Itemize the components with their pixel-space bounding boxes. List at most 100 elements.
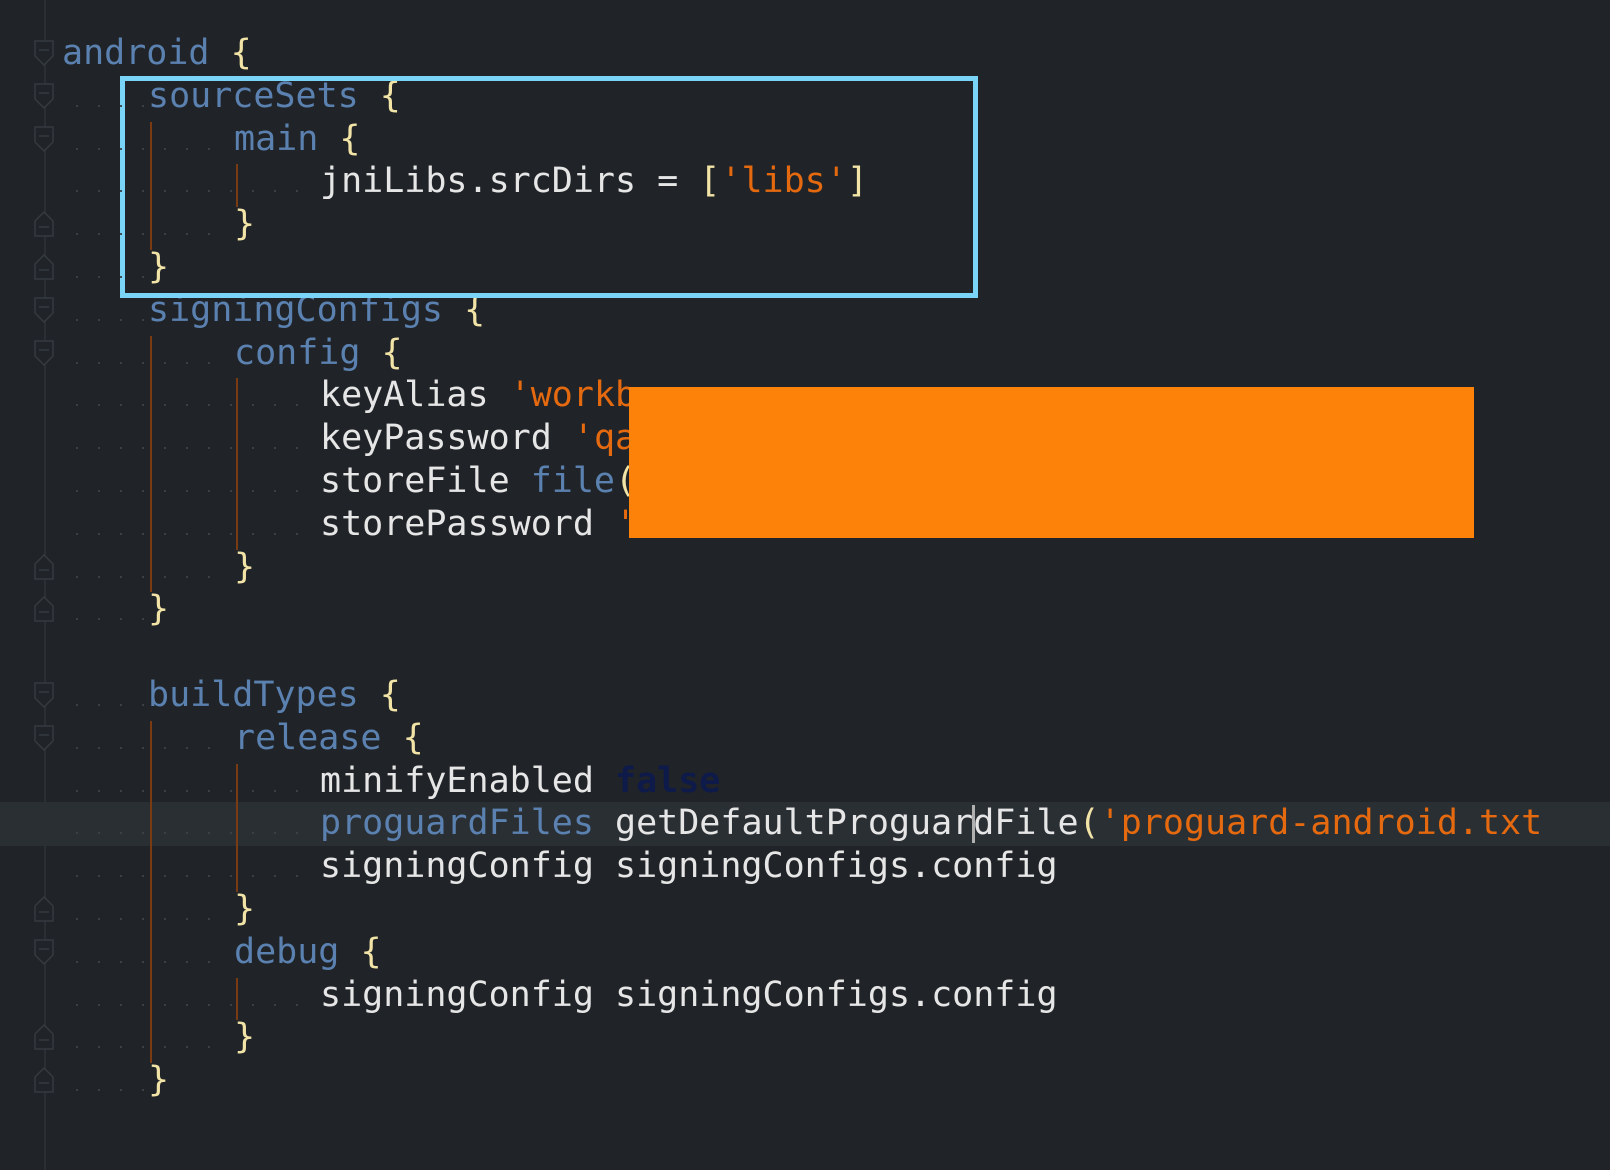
code-line[interactable]: }: [234, 888, 255, 931]
whitespace-dots: [66, 318, 144, 321]
code-line[interactable]: release {: [234, 717, 424, 760]
whitespace-dots: [66, 960, 230, 963]
code-token: signingConfig signingConfigs.config: [320, 974, 1058, 1015]
code-token: }: [234, 889, 256, 929]
code-token: 'proguard-android.txt: [1099, 803, 1543, 844]
code-line[interactable]: storeFile file(: [320, 460, 636, 503]
whitespace-dots: [66, 832, 316, 835]
whitespace-dots: [66, 447, 316, 450]
code-line[interactable]: }: [148, 588, 169, 631]
code-line[interactable]: minifyEnabled false: [320, 760, 720, 803]
code-token: buildTypes: [148, 675, 359, 715]
code-line[interactable]: signingConfig signingConfigs.config: [320, 974, 1058, 1017]
code-line[interactable]: }: [234, 1016, 255, 1059]
indent-guide: [150, 720, 152, 1064]
code-token: false: [615, 760, 721, 801]
code-token: storeFile: [320, 461, 531, 501]
code-line[interactable]: debug {: [234, 931, 382, 974]
indent-guide: [236, 164, 238, 208]
whitespace-dots: [66, 190, 316, 193]
whitespace-dots: [66, 1046, 230, 1049]
code-token: keyAlias: [320, 375, 510, 416]
fold-close-icon[interactable]: [34, 896, 54, 922]
whitespace-dots: [66, 147, 230, 150]
code-token: proguardFiles: [320, 803, 594, 844]
whitespace-dots: [66, 361, 230, 364]
fold-close-icon[interactable]: [34, 1067, 54, 1093]
whitespace-dots: [66, 746, 230, 749]
fold-open-icon[interactable]: [34, 83, 54, 109]
fold-close-icon[interactable]: [34, 553, 54, 580]
code-token: getDefaultProguar: [593, 803, 974, 844]
code-token: (: [1078, 803, 1100, 844]
code-token: dFile: [973, 803, 1079, 844]
whitespace-dots: [66, 875, 316, 878]
fold-open-icon[interactable]: [34, 682, 54, 708]
fold-open-icon[interactable]: [34, 939, 54, 965]
fold-open-icon[interactable]: [34, 725, 54, 751]
code-token: {: [381, 332, 403, 373]
fold-close-icon[interactable]: [34, 211, 54, 237]
code-editor[interactable]: android {sourceSets {main {jniLibs.srcDi…: [0, 0, 1610, 1170]
whitespace-dots: [66, 404, 316, 407]
indent-guide: [236, 977, 238, 1021]
fold-close-icon[interactable]: [34, 254, 54, 280]
code-line[interactable]: storePassword ': [320, 503, 636, 546]
fold-open-icon[interactable]: [34, 297, 54, 323]
indent-guide: [236, 763, 238, 892]
indent-guide: [150, 335, 152, 593]
whitespace-dots: [66, 276, 144, 278]
indent-guide: [236, 378, 238, 550]
code-token: minifyEnabled: [320, 760, 616, 801]
code-line[interactable]: android {: [62, 32, 252, 75]
code-line[interactable]: keyPassword 'qa: [320, 417, 636, 460]
code-token: {: [402, 717, 424, 758]
code-token: config: [234, 332, 361, 373]
whitespace-dots: [66, 618, 144, 621]
code-token: {: [360, 931, 382, 972]
whitespace-dots: [66, 575, 230, 578]
fold-gutter: [44, 0, 46, 1170]
fold-open-icon[interactable]: [34, 339, 54, 366]
whitespace-dots: [66, 104, 144, 107]
highlight-box-sourcesets: [120, 76, 978, 298]
code-token: 'workb: [509, 375, 637, 416]
code-token: 'qa: [572, 418, 637, 459]
code-token: file: [530, 461, 616, 501]
code-token: keyPassword: [320, 418, 573, 459]
code-token: release: [234, 717, 382, 758]
fold-close-icon[interactable]: [34, 596, 54, 623]
code-token: debug: [234, 931, 340, 972]
code-line[interactable]: signingConfig signingConfigs.config: [320, 845, 1058, 888]
code-token: }: [234, 546, 256, 587]
whitespace-dots: [66, 704, 144, 706]
whitespace-dots: [66, 789, 316, 792]
whitespace-dots: [66, 918, 230, 920]
fold-open-icon[interactable]: [34, 40, 54, 66]
code-token: }: [148, 589, 170, 630]
code-token: android: [62, 33, 210, 73]
code-line[interactable]: }: [148, 1059, 169, 1102]
code-line[interactable]: buildTypes {: [148, 674, 401, 717]
code-line[interactable]: keyAlias 'workb: [320, 374, 636, 417]
code-line[interactable]: proguardFiles getDefaultProguardFile('pr…: [320, 802, 1542, 845]
whitespace-dots: [66, 490, 316, 492]
whitespace-dots: [66, 1089, 144, 1092]
code-line[interactable]: config {: [234, 332, 403, 375]
code-token: }: [148, 1060, 170, 1101]
code-token: signingConfig signingConfigs.config: [320, 846, 1058, 887]
whitespace-dots: [66, 532, 316, 535]
whitespace-dots: [66, 1003, 316, 1006]
code-line[interactable]: }: [234, 546, 255, 589]
fold-close-icon[interactable]: [34, 1024, 54, 1051]
whitespace-dots: [66, 233, 230, 236]
redaction-block: [629, 387, 1474, 538]
code-token: storePassword: [320, 503, 616, 544]
fold-open-icon[interactable]: [34, 125, 54, 152]
code-token: }: [234, 1017, 256, 1058]
code-token: {: [379, 675, 401, 715]
